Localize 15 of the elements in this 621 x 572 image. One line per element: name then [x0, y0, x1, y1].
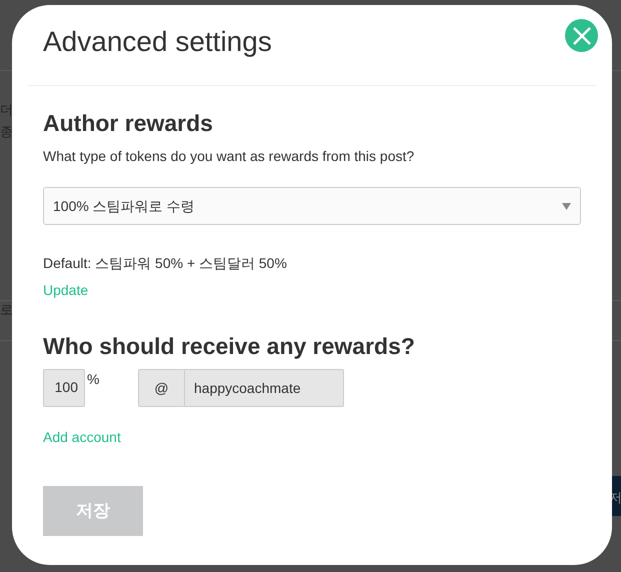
account-field[interactable]: @ happycoachmate	[138, 369, 344, 407]
percent-field[interactable]: 100	[43, 369, 85, 407]
dialog-title: Advanced settings	[43, 25, 273, 59]
at-sign: @	[139, 370, 185, 406]
dropdown-caret-icon	[562, 202, 571, 210]
section-heading: Author rewards	[43, 109, 214, 138]
close-button[interactable]	[565, 19, 598, 52]
close-icon	[572, 26, 592, 46]
default-note: Default: 스팀파워 50% + 스팀달러 50%	[43, 254, 288, 273]
select-value: 100% 스팀파워로 수령	[53, 196, 195, 216]
question-text: What type of tokens do you want as rewards from this post?	[43, 147, 416, 166]
reward-select[interactable]: 100% 스팀파워로 수령	[43, 187, 581, 225]
section-heading: Who should receive any rewards?	[43, 332, 416, 361]
percent-sign: %	[87, 370, 100, 389]
account-name: happycoachmate	[193, 378, 301, 398]
